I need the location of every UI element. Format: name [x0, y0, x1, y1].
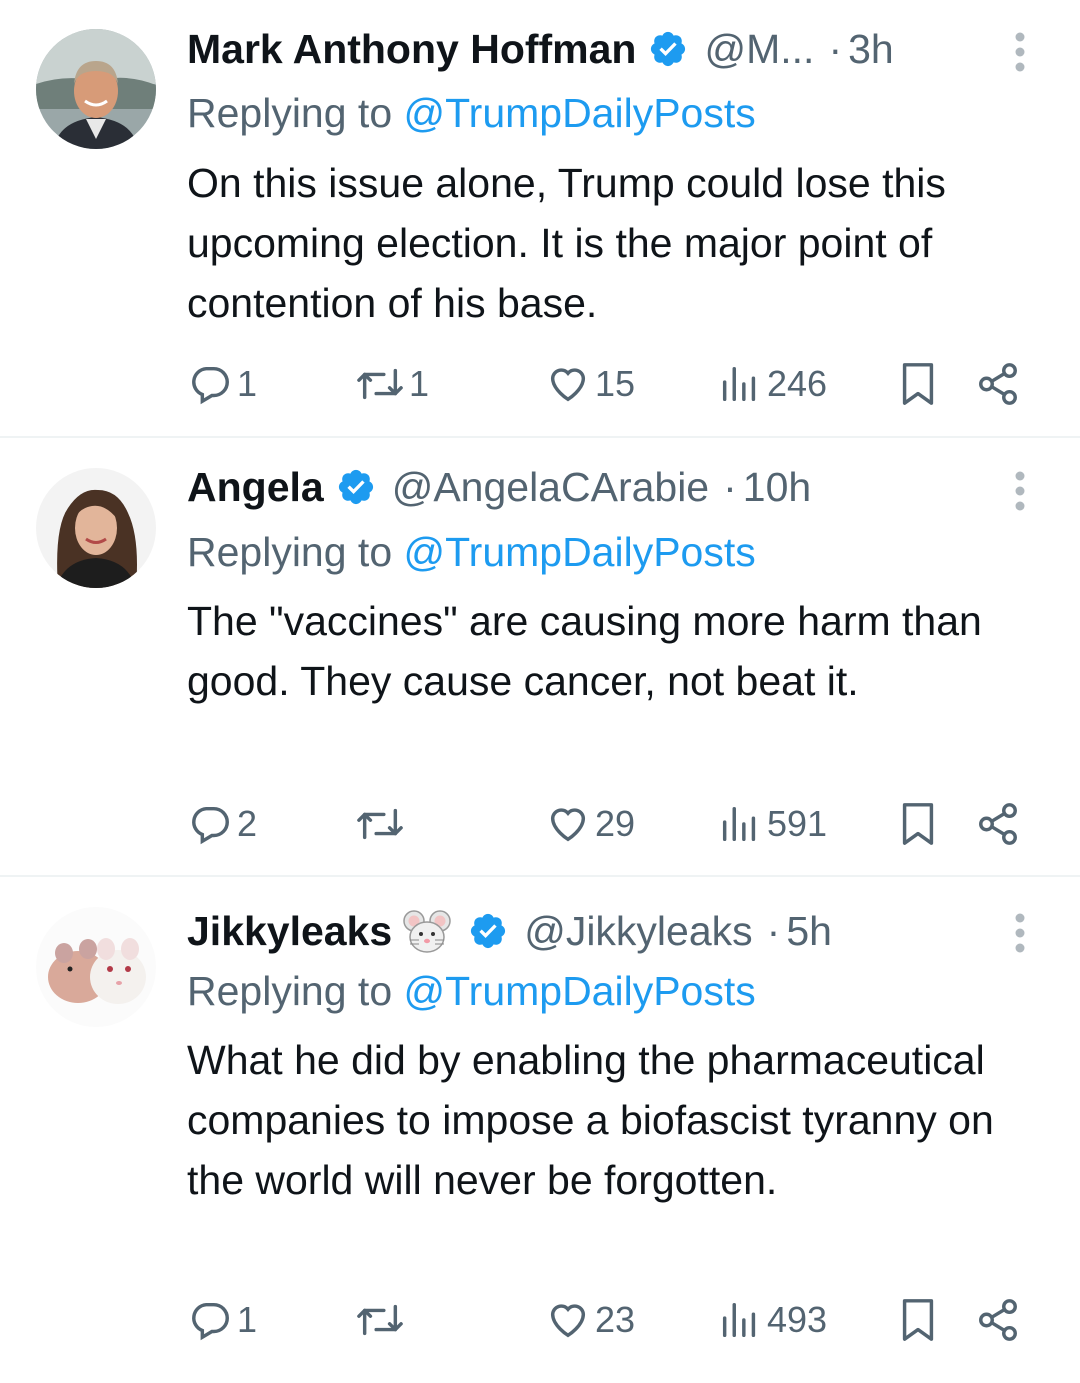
avatar[interactable] [36, 907, 156, 1027]
more-icon[interactable] [1000, 908, 1040, 958]
timestamp[interactable]: 10h [743, 464, 811, 511]
share-button[interactable] [975, 796, 1021, 852]
author-handle[interactable]: @AngelaCArabie [392, 464, 709, 511]
like-count: 15 [595, 363, 636, 404]
share-icon [979, 1299, 1017, 1341]
author-handle[interactable]: @Jikkyleaks [524, 908, 752, 955]
reply-count: 1 [237, 363, 258, 404]
views-button[interactable]: 493 [717, 1292, 827, 1348]
like-icon [550, 368, 586, 402]
replying-to: Replying to @TrumpDailyPosts [187, 90, 756, 137]
views-icon [722, 366, 756, 402]
reply-icon [192, 806, 229, 845]
replying-mention[interactable]: @TrumpDailyPosts [404, 529, 756, 575]
reply-button[interactable]: 1 [187, 356, 257, 412]
retweet-icon [357, 1304, 403, 1336]
views-button[interactable]: 246 [717, 356, 827, 412]
bookmark-icon [902, 1299, 934, 1341]
reply-button[interactable]: 2 [187, 796, 257, 852]
reply-icon [192, 1302, 229, 1341]
like-icon [550, 808, 586, 842]
author-name[interactable]: Jikkyleaks [187, 908, 392, 955]
retweet-icon [357, 368, 403, 400]
reply-icon [192, 366, 229, 405]
retweet-button[interactable] [355, 796, 409, 852]
tweet-text: What he did by enabling the pharmaceutic… [187, 1037, 994, 1203]
action-bar: 2 29 591 [187, 796, 1037, 852]
tweet-text: On this issue alone, Trump could lose th… [187, 160, 946, 326]
share-button[interactable] [975, 356, 1021, 412]
views-count: 591 [767, 803, 828, 844]
more-icon[interactable] [1000, 27, 1040, 77]
timestamp[interactable]: 5h [786, 908, 832, 955]
views-icon [722, 806, 756, 842]
reply-count: 1 [237, 1299, 258, 1340]
bookmark-button[interactable] [895, 796, 941, 852]
share-icon [979, 803, 1017, 845]
tweet-2[interactable]: Angela @AngelaCArabie · 10h Replying to … [0, 438, 1080, 876]
tweet-1[interactable]: Mark Anthony Hoffman @M... · 3h Replying… [0, 0, 1080, 438]
tweet-text: The "vaccines" are causing more harm tha… [187, 598, 982, 704]
reply-count: 2 [237, 803, 258, 844]
like-button[interactable]: 15 [545, 356, 635, 412]
replying-mention[interactable]: @TrumpDailyPosts [404, 968, 756, 1014]
views-button[interactable]: 591 [717, 796, 827, 852]
replying-mention[interactable]: @TrumpDailyPosts [404, 90, 756, 136]
reply-button[interactable]: 1 [187, 1292, 257, 1348]
author-handle[interactable]: @M... [704, 26, 814, 73]
separator-dot: · [766, 907, 781, 954]
replying-prefix: Replying to [187, 90, 404, 136]
like-button[interactable]: 23 [545, 1292, 635, 1348]
bookmark-button[interactable] [895, 356, 941, 412]
views-count: 246 [767, 363, 828, 404]
retweet-count: 1 [409, 363, 430, 404]
replying-to: Replying to @TrumpDailyPosts [187, 529, 756, 576]
views-icon [722, 1302, 756, 1338]
like-icon [550, 1304, 586, 1338]
avatar[interactable] [36, 29, 156, 149]
separator-dot: · [828, 25, 843, 72]
tweet-header: Jikkyleaks @Jikkyleaks · 5h [187, 901, 832, 961]
verified-badge-icon[interactable] [468, 911, 508, 951]
share-button[interactable] [975, 1292, 1021, 1348]
action-bar: 1 23 493 [187, 1292, 1037, 1348]
verified-badge-icon[interactable] [648, 29, 688, 69]
bookmark-icon [902, 803, 934, 845]
tweet-3[interactable]: Jikkyleaks @Jikkyleaks · 5h Replying to … [0, 877, 1080, 1383]
share-icon [979, 363, 1017, 405]
retweet-icon [357, 808, 403, 840]
action-bar: 1 1 15 246 [187, 356, 1037, 412]
like-count: 23 [595, 1299, 636, 1340]
author-name[interactable]: Angela [187, 464, 324, 511]
tweet-header: Mark Anthony Hoffman @M... · 3h [187, 19, 894, 79]
bookmark-button[interactable] [895, 1292, 941, 1348]
author-name[interactable]: Mark Anthony Hoffman [187, 26, 636, 73]
timestamp[interactable]: 3h [848, 26, 894, 73]
avatar[interactable] [36, 468, 156, 588]
separator-dot: · [723, 463, 737, 510]
replying-to: Replying to @TrumpDailyPosts [187, 968, 756, 1015]
verified-badge-icon[interactable] [336, 467, 376, 507]
retweet-button[interactable]: 1 [355, 356, 429, 412]
replying-prefix: Replying to [187, 529, 404, 575]
like-count: 29 [595, 803, 636, 844]
like-button[interactable]: 29 [545, 796, 635, 852]
retweet-button[interactable] [355, 1292, 409, 1348]
views-count: 493 [767, 1299, 828, 1340]
replying-prefix: Replying to [187, 968, 404, 1014]
tweet-header: Angela @AngelaCArabie · 10h [187, 457, 811, 517]
bookmark-icon [902, 363, 934, 405]
mouse-emoji-icon [403, 910, 451, 953]
more-icon[interactable] [1000, 466, 1040, 516]
